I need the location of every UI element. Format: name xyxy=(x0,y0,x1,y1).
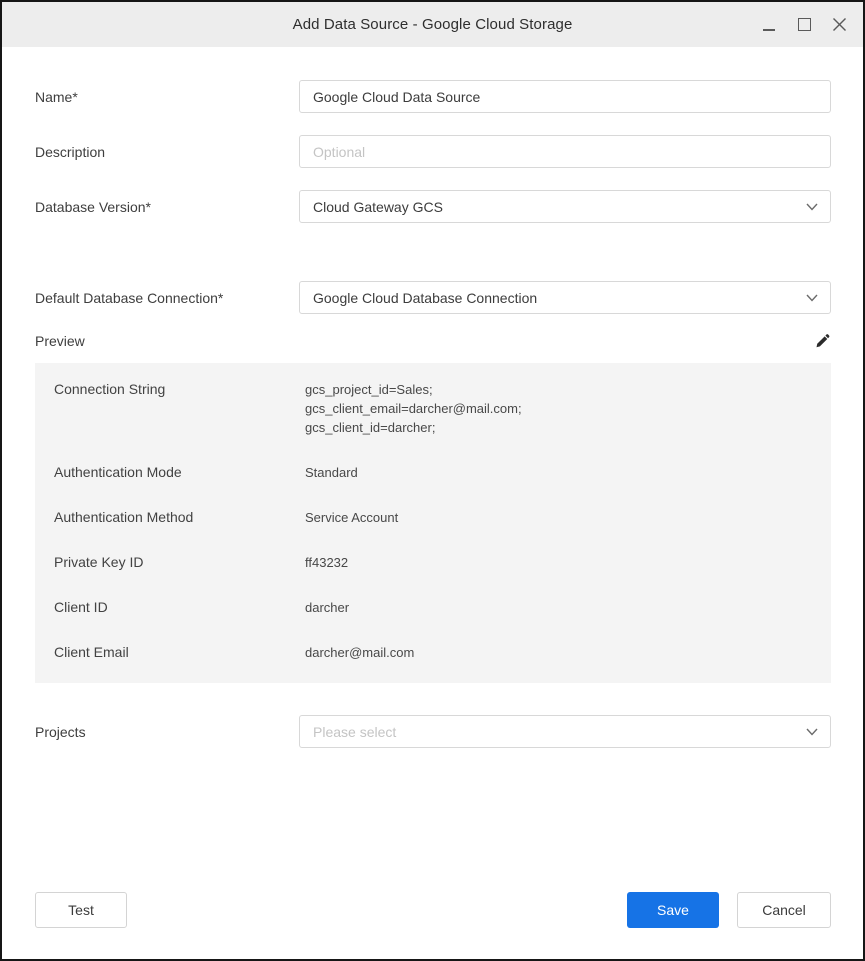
name-label: Name* xyxy=(35,89,299,105)
default-connection-row: Default Database Connection* Google Clou… xyxy=(35,281,831,314)
test-button[interactable]: Test xyxy=(35,892,127,928)
default-connection-value: Google Cloud Database Connection xyxy=(313,290,537,306)
pencil-icon xyxy=(815,333,830,349)
edit-preview-button[interactable] xyxy=(813,332,831,350)
maximize-icon xyxy=(798,18,811,31)
client-email-value: darcher@mail.com xyxy=(305,643,414,662)
projects-placeholder: Please select xyxy=(313,724,396,740)
auth-method-label: Authentication Method xyxy=(54,508,305,527)
save-button[interactable]: Save xyxy=(627,892,719,928)
window-controls xyxy=(759,2,849,47)
database-version-select[interactable]: Cloud Gateway GCS xyxy=(299,190,831,223)
preview-row-auth-method: Authentication Method Service Account xyxy=(54,508,831,527)
preview-header: Preview xyxy=(35,328,831,354)
database-version-value: Cloud Gateway GCS xyxy=(313,199,443,215)
description-input[interactable] xyxy=(299,135,831,168)
titlebar: Add Data Source - Google Cloud Storage xyxy=(2,2,863,47)
client-id-value: darcher xyxy=(305,598,349,617)
connection-string-value: gcs_project_id=Sales; gcs_client_email=d… xyxy=(305,380,522,437)
minimize-button[interactable] xyxy=(759,11,779,39)
auth-mode-label: Authentication Mode xyxy=(54,463,305,482)
default-connection-label: Default Database Connection* xyxy=(35,290,299,306)
close-icon xyxy=(832,17,847,32)
cancel-button[interactable]: Cancel xyxy=(737,892,831,928)
private-key-id-label: Private Key ID xyxy=(54,553,305,572)
minimize-icon xyxy=(763,29,775,31)
preview-panel: Connection String gcs_project_id=Sales; … xyxy=(35,363,831,683)
projects-label: Projects xyxy=(35,724,299,740)
description-row: Description xyxy=(35,135,831,168)
projects-row: Projects Please select xyxy=(35,715,831,748)
add-data-source-dialog: Add Data Source - Google Cloud Storage N… xyxy=(0,0,865,961)
name-input[interactable] xyxy=(299,80,831,113)
dialog-footer: Test Save Cancel xyxy=(35,892,831,928)
close-button[interactable] xyxy=(829,11,849,39)
preview-row-client-email: Client Email darcher@mail.com xyxy=(54,643,831,662)
connection-string-label: Connection String xyxy=(54,380,305,437)
default-connection-select[interactable]: Google Cloud Database Connection xyxy=(299,281,831,314)
preview-row-auth-mode: Authentication Mode Standard xyxy=(54,463,831,482)
private-key-id-value: ff43232 xyxy=(305,553,348,572)
connection-string-line: gcs_client_email=darcher@mail.com; xyxy=(305,399,522,418)
maximize-button[interactable] xyxy=(794,11,814,39)
preview-row-private-key-id: Private Key ID ff43232 xyxy=(54,553,831,572)
auth-mode-value: Standard xyxy=(305,463,358,482)
client-email-label: Client Email xyxy=(54,643,305,662)
database-version-row: Database Version* Cloud Gateway GCS xyxy=(35,190,831,223)
connection-string-line: gcs_client_id=darcher; xyxy=(305,418,522,437)
database-version-label: Database Version* xyxy=(35,199,299,215)
name-row: Name* xyxy=(35,80,831,113)
preview-row-client-id: Client ID darcher xyxy=(54,598,831,617)
preview-row-connection-string: Connection String gcs_project_id=Sales; … xyxy=(54,380,831,437)
connection-string-line: gcs_project_id=Sales; xyxy=(305,380,522,399)
client-id-label: Client ID xyxy=(54,598,305,617)
description-label: Description xyxy=(35,144,299,160)
dialog-body: Name* Description Database Version* Clou… xyxy=(2,47,863,928)
auth-method-value: Service Account xyxy=(305,508,398,527)
projects-select[interactable]: Please select xyxy=(299,715,831,748)
preview-label: Preview xyxy=(35,333,85,349)
dialog-title: Add Data Source - Google Cloud Storage xyxy=(293,16,573,33)
